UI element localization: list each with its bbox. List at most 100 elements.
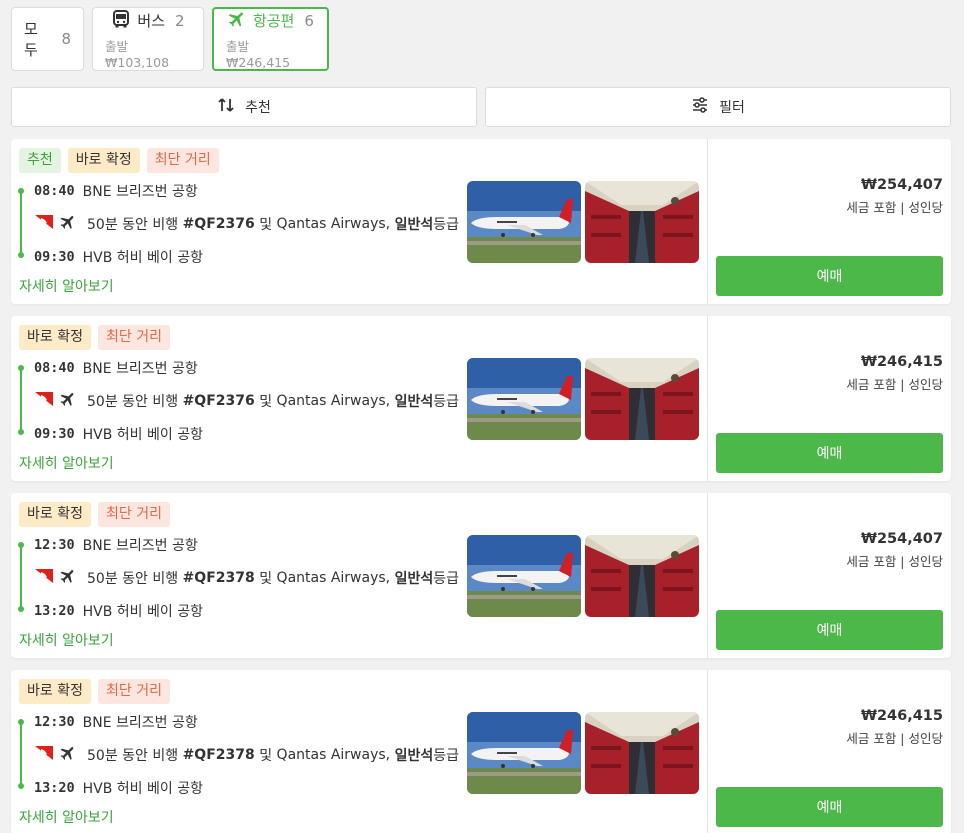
cabin-class-suffix: 등급 — [433, 394, 459, 410]
tag-badge: 바로 확정 — [19, 325, 91, 350]
departure-time: 12:30 — [34, 714, 75, 730]
flight-number: #QF2376 — [182, 216, 255, 232]
departure-row: 08:40 BNE 브리즈번 공항 — [34, 358, 198, 378]
price-amount: ₩254,407 — [860, 177, 943, 193]
flight-details: 바로 확정 최단 거리 08:40 BNE 브리즈번 공항 50분 동안 비행 #… — [11, 316, 707, 481]
flight-result-card: 바로 확정 최단 거리 12:30 BNE 브리즈번 공항 50분 동안 비행 #… — [11, 493, 951, 658]
departure-row: 08:40 BNE 브리즈번 공항 — [34, 181, 198, 201]
route-timeline — [18, 539, 24, 615]
flight-info-row: 50분 동안 비행 #QF2376 및 Qantas Airways, 일반석 등… — [35, 213, 459, 235]
cabin-class: 일반석 — [394, 217, 434, 233]
bus-icon — [111, 9, 131, 33]
flight-result-card: 추천 바로 확정 최단 거리 08:40 BNE 브리즈번 공항 50분 동안 비행… — [11, 139, 951, 304]
badge-list: 추천 바로 확정 최단 거리 — [19, 148, 219, 173]
price-block: ₩254,407 세금 포함 | 성인당 — [846, 531, 943, 570]
route-timeline — [18, 716, 24, 792]
price-block: ₩246,415 세금 포함 | 성인당 — [846, 708, 943, 747]
flight-number: #QF2378 — [182, 747, 255, 763]
departure-airport: BNE 브리즈번 공항 — [82, 361, 198, 377]
flight-info-row: 50분 동안 비행 #QF2378 및 Qantas Airways, 일반석 등… — [35, 567, 459, 589]
arrival-airport: HVB 허비 베이 공항 — [82, 250, 203, 266]
flight-duration: 50분 동안 비행 — [87, 217, 179, 233]
flight-info-row: 50분 동안 비행 #QF2378 및 Qantas Airways, 일반석 등… — [35, 744, 459, 766]
tag-badge: 바로 확정 — [19, 502, 91, 527]
tag-badge: 최단 거리 — [97, 679, 170, 704]
cabin-interior-photo[interactable] — [585, 535, 699, 617]
badge-list: 바로 확정 최단 거리 — [19, 502, 170, 527]
airline-name: Qantas Airways, — [276, 570, 391, 586]
flight-info-row: 50분 동안 비행 #QF2376 및 Qantas Airways, 일반석 등… — [35, 390, 459, 412]
flight-conjunction: 및 — [259, 394, 273, 410]
airplane-icon — [59, 390, 87, 412]
more-details-link[interactable]: 자세히 알아보기 — [19, 630, 114, 650]
book-button[interactable]: 예매 — [716, 256, 943, 296]
price-block: ₩254,407 세금 포함 | 성인당 — [846, 177, 943, 216]
aircraft-exterior-photo[interactable] — [467, 535, 581, 617]
tab-flight[interactable]: 항공편 6 출발 ₩246,415 — [212, 7, 329, 71]
tag-badge: 최단 거리 — [97, 325, 170, 350]
departure-time: 08:40 — [34, 360, 75, 376]
flight-number: #QF2378 — [182, 570, 255, 586]
price-note: 세금 포함 | 성인당 — [846, 554, 943, 569]
flight-conjunction: 및 — [259, 571, 273, 587]
filter-button[interactable]: 필터 — [485, 87, 951, 127]
cabin-interior-photo[interactable] — [585, 358, 699, 440]
arrival-airport: HVB 허비 베이 공항 — [82, 427, 203, 443]
qantas-logo-icon — [35, 569, 59, 587]
cabin-interior-photo[interactable] — [585, 181, 699, 263]
filter-sliders-icon — [691, 96, 709, 118]
arrival-row: 09:30 HVB 허비 베이 공항 — [34, 247, 203, 267]
tab-flight-count: 6 — [304, 11, 314, 30]
sort-button[interactable]: 추천 — [11, 87, 477, 127]
airline-name: Qantas Airways, — [276, 747, 391, 763]
tab-all[interactable]: 모두 8 — [11, 7, 84, 71]
book-button[interactable]: 예매 — [716, 787, 943, 827]
flight-number: #QF2376 — [182, 393, 255, 409]
airplane-icon — [59, 567, 87, 589]
more-details-link[interactable]: 자세히 알아보기 — [19, 276, 114, 296]
arrival-time: 09:30 — [34, 249, 75, 265]
qantas-logo-icon — [35, 746, 59, 764]
aircraft-exterior-photo[interactable] — [467, 358, 581, 440]
photo-gallery — [467, 181, 699, 263]
sort-arrows-icon — [217, 96, 235, 118]
qantas-logo-icon — [35, 392, 59, 410]
tab-flight-price: 출발 ₩246,415 — [226, 38, 291, 70]
flight-duration: 50분 동안 비행 — [87, 394, 179, 410]
more-details-link[interactable]: 자세히 알아보기 — [19, 807, 114, 827]
cabin-interior-photo[interactable] — [585, 712, 699, 794]
sort-label: 추천 — [245, 100, 271, 116]
badge-list: 바로 확정 최단 거리 — [19, 679, 170, 704]
tab-flight-label: 항공편 — [253, 12, 295, 30]
arrival-airport: HVB 허비 베이 공항 — [82, 781, 203, 797]
flight-result-card: 바로 확정 최단 거리 12:30 BNE 브리즈번 공항 50분 동안 비행 #… — [11, 670, 951, 833]
departure-time: 08:40 — [34, 183, 75, 199]
aircraft-exterior-photo[interactable] — [467, 181, 581, 263]
flight-details: 바로 확정 최단 거리 12:30 BNE 브리즈번 공항 50분 동안 비행 #… — [11, 493, 707, 658]
badge-list: 바로 확정 최단 거리 — [19, 325, 170, 350]
price-note: 세금 포함 | 성인당 — [846, 731, 943, 746]
qantas-logo-icon — [35, 215, 59, 233]
photo-gallery — [467, 712, 699, 794]
price-panel: ₩254,407 세금 포함 | 성인당 예매 — [707, 493, 951, 658]
aircraft-exterior-photo[interactable] — [467, 712, 581, 794]
cabin-class: 일반석 — [394, 571, 434, 587]
book-button[interactable]: 예매 — [716, 433, 943, 473]
flight-result-card: 바로 확정 최단 거리 08:40 BNE 브리즈번 공항 50분 동안 비행 #… — [11, 316, 951, 481]
tab-bus-label: 버스 — [137, 12, 166, 30]
tag-badge: 바로 확정 — [19, 679, 91, 704]
price-amount: ₩246,415 — [860, 708, 943, 724]
arrival-time: 09:30 — [34, 426, 75, 442]
cabin-class: 일반석 — [394, 394, 434, 410]
book-button[interactable]: 예매 — [716, 610, 943, 650]
price-amount: ₩246,415 — [860, 354, 943, 370]
flight-details: 바로 확정 최단 거리 12:30 BNE 브리즈번 공항 50분 동안 비행 #… — [11, 670, 707, 833]
tab-bus[interactable]: 버스 2 출발 ₩103,108 — [92, 7, 204, 71]
filter-label: 필터 — [719, 100, 745, 116]
price-amount: ₩254,407 — [860, 531, 943, 547]
flight-duration: 50분 동안 비행 — [87, 748, 179, 764]
photo-gallery — [467, 358, 699, 440]
more-details-link[interactable]: 자세히 알아보기 — [19, 453, 114, 473]
departure-airport: BNE 브리즈번 공항 — [82, 538, 198, 554]
arrival-time: 13:20 — [34, 603, 75, 619]
